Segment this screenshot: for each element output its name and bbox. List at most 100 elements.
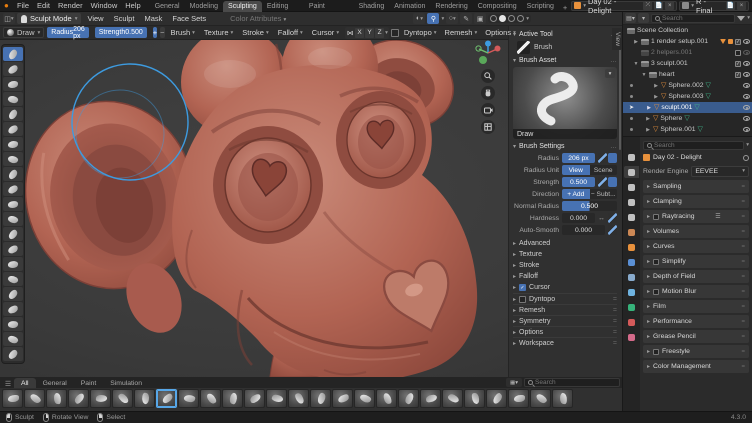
properties-tab-world[interactable] (624, 226, 639, 238)
holdout-icon[interactable] (728, 39, 733, 44)
delete-scene-button[interactable]: × (665, 1, 674, 10)
panel-film[interactable]: ▸Film= (643, 300, 749, 313)
radius-slider[interactable]: Radius206 px (47, 27, 88, 38)
panel-color-management[interactable]: ▸Color Management= (643, 360, 749, 373)
hide-eye-icon[interactable] (743, 105, 750, 110)
mirror-y-toggle[interactable]: Y (365, 28, 374, 38)
cursor-section[interactable]: ▸✓ Cursor (513, 282, 617, 293)
scene-selector[interactable]: ▾ Day 02 - Delight ⤫ 📄 × (571, 1, 677, 11)
outliner-filter-mode-icon[interactable]: ▾ (638, 13, 649, 23)
active-tool-panel-header[interactable]: ▾Active Tool… (513, 29, 617, 40)
proportional-editing-icon[interactable]: ○▾ (446, 13, 458, 24)
brush-thumbnail[interactable] (420, 389, 441, 408)
cursor-menu[interactable]: Cursor▾ (309, 28, 342, 37)
collection-checkbox[interactable] (735, 50, 741, 56)
workspace-tab-sculpting[interactable]: Sculpting (223, 1, 262, 12)
simplify-checkbox[interactable] (653, 259, 659, 265)
strength-pressure-curve-toggle[interactable] (608, 177, 617, 187)
menu-file[interactable]: File (13, 1, 33, 10)
brush-thumbnail[interactable] (552, 389, 573, 408)
workspace-tab-uv-editing[interactable]: UV Editing (262, 0, 304, 12)
outliner-row-sphere-003[interactable]: ▶▽ Sphere.003 ▽ (623, 91, 752, 102)
hide-eye-icon[interactable] (743, 72, 750, 77)
tool-inflate[interactable] (3, 122, 23, 136)
outliner-display-mode-icon[interactable]: ▤▾ (625, 13, 636, 23)
brush-thumbnail[interactable] (354, 389, 375, 408)
hardness-slider[interactable]: 0.000 (562, 213, 595, 223)
panel-simplify[interactable]: ▸Simplify= (643, 255, 749, 268)
brush-thumbnail[interactable] (200, 389, 221, 408)
tool-annotate[interactable] (3, 347, 23, 361)
properties-tab-particles[interactable] (624, 271, 639, 283)
properties-tab-output[interactable] (624, 181, 639, 193)
brush-thumbnail[interactable] (244, 389, 265, 408)
workspace-tab-general[interactable]: General (150, 1, 185, 12)
pin-icon[interactable] (743, 155, 749, 161)
symmetry-section[interactable]: ▸Symmetry= (513, 315, 617, 326)
brush-thumbnail[interactable] (2, 389, 23, 408)
solid-shading-icon[interactable] (499, 15, 506, 22)
rendered-shading-icon[interactable] (517, 15, 524, 22)
workspace-tab-texture-paint[interactable]: Texture Paint (304, 0, 354, 12)
advanced-section[interactable]: ▸Advanced (513, 238, 617, 249)
workspace-tab-scripting[interactable]: Scripting (522, 1, 559, 12)
properties-tab-material[interactable] (624, 316, 639, 328)
active-tool-brush[interactable]: Brush (513, 40, 617, 55)
cursor-checkbox[interactable]: ✓ (519, 284, 526, 291)
brush-thumbnail[interactable] (266, 389, 287, 408)
normal-radius-slider[interactable]: 0.500 (562, 201, 617, 211)
shelf-tab-paint[interactable]: Paint (74, 378, 104, 388)
properties-tab-render[interactable] (624, 166, 639, 178)
brush-thumbnail[interactable] (156, 389, 177, 408)
tool-pinch[interactable] (3, 197, 23, 211)
tool-clay-strips[interactable] (3, 92, 23, 106)
tool-crease[interactable] (3, 137, 23, 151)
pan-view-icon[interactable] (481, 86, 495, 100)
properties-tab-modifiers[interactable] (624, 256, 639, 268)
filter-funnel-icon[interactable] (737, 16, 745, 21)
brush-thumbnail[interactable] (178, 389, 199, 408)
strength-slider[interactable]: Strength0.500 (95, 27, 147, 38)
menu-edit[interactable]: Edit (33, 1, 54, 10)
auto-smooth-slider[interactable]: 0.000 (562, 225, 605, 235)
show-gizmo-icon[interactable]: ▣ (474, 13, 486, 24)
strength-pressure-toggle[interactable] (598, 177, 607, 187)
falloff-section[interactable]: ▸Falloff (513, 271, 617, 282)
direction-add-button[interactable]: + (153, 27, 157, 38)
menu-help[interactable]: Help (121, 1, 144, 10)
menu-mask[interactable]: Mask (140, 14, 166, 23)
mode-selector[interactable]: Sculpt Mode ▾ (17, 13, 81, 24)
options-section[interactable]: ▸Options= (513, 326, 617, 337)
tool-move[interactable] (3, 332, 23, 346)
panel-curves[interactable]: ▸Curves= (643, 240, 749, 253)
radius-slider[interactable]: 206 px (562, 153, 595, 163)
hardness-pressure-toggle[interactable] (608, 213, 617, 223)
brush-thumbnail[interactable] (486, 389, 507, 408)
camera-view-icon[interactable] (481, 103, 495, 117)
properties-tab-object-data[interactable] (624, 301, 639, 313)
brush-settings-panel-header[interactable]: ▾Brush Settings… (513, 141, 617, 152)
dyntopo-toggle-icon[interactable] (391, 29, 399, 37)
render-engine-select[interactable]: EEVEE▾ (691, 166, 749, 177)
outliner-row-sphere-001[interactable]: ▶▽ Sphere.001 ▽ (623, 124, 752, 135)
stroke-menu[interactable]: Stroke▾ (239, 28, 271, 37)
tool-slide-relax[interactable] (3, 302, 23, 316)
brush-menu[interactable]: Brush▾ (168, 28, 198, 37)
brush-thumbnail[interactable] (310, 389, 331, 408)
hardness-invert-icon[interactable]: ↔ (598, 215, 605, 222)
material-shading-icon[interactable] (508, 15, 515, 22)
menu-render[interactable]: Render (54, 1, 87, 10)
zoom-view-icon[interactable] (481, 69, 495, 83)
tool-grab[interactable] (3, 212, 23, 226)
outliner-row-sculpt-object[interactable]: ➤ ▶▽ sculpt.001 ▽ (623, 102, 752, 113)
workspace-tab-compositing[interactable]: Compositing (473, 1, 522, 12)
radius-unit-view-button[interactable]: View (562, 165, 590, 175)
brush-thumbnail[interactable] (222, 389, 243, 408)
tool-snake-hook[interactable] (3, 242, 23, 256)
outliner-row-scene-collection[interactable]: Scene Collection (623, 25, 752, 36)
workspace-tab-rendering[interactable]: Rendering (430, 1, 472, 12)
new-scene-button[interactable]: 📄 (654, 1, 663, 10)
brush-thumbnail[interactable] (464, 389, 485, 408)
brush-thumbnail[interactable] (398, 389, 419, 408)
hide-eye-icon[interactable] (743, 61, 750, 66)
